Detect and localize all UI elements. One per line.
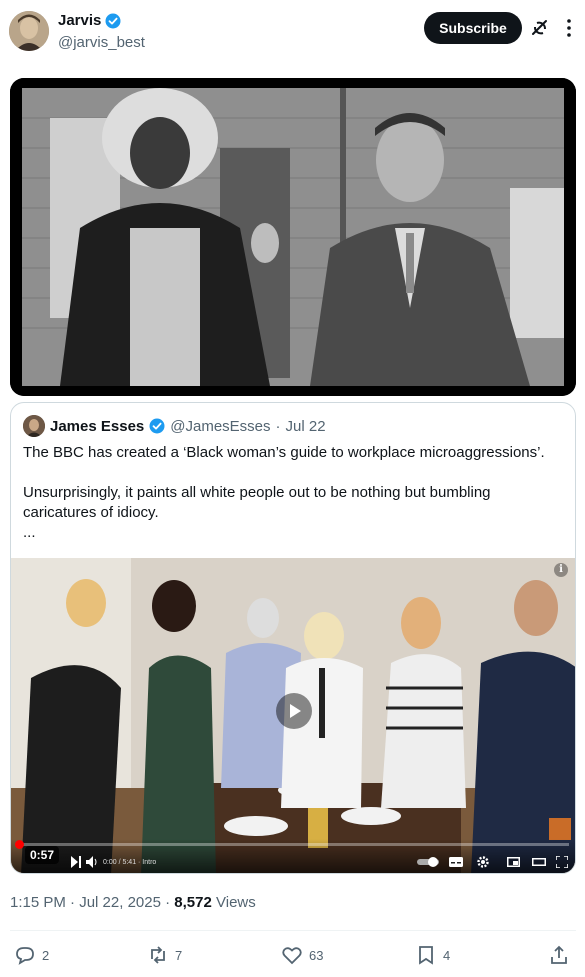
miniplayer-icon[interactable] [507, 856, 520, 868]
quoted-post[interactable]: James Esses @JamesEsses · Jul 22 The BBC… [10, 402, 576, 874]
repost-count: 7 [175, 947, 183, 963]
verified-badge-icon [149, 418, 165, 434]
next-icon[interactable] [71, 856, 81, 868]
quoted-post-date[interactable]: Jul 22 [286, 418, 326, 435]
player-time: 0:00 / 5:41 · Intro [103, 859, 157, 866]
subscribe-button[interactable]: Subscribe [424, 12, 522, 44]
autoplay-toggle-icon[interactable] [417, 856, 439, 868]
author-avatar[interactable] [9, 11, 49, 51]
meta-separator: · [165, 894, 171, 911]
quoted-paragraph: ... [23, 524, 36, 541]
post-date[interactable]: Jul 22, 2025 [79, 894, 161, 911]
quoted-paragraph [23, 463, 563, 483]
quoted-paragraph: Unsurprisingly, it paints all white peop… [23, 484, 491, 521]
author-handle[interactable]: @jarvis_best [58, 34, 145, 51]
quoted-author-name[interactable]: James Esses [50, 418, 144, 435]
embedded-video[interactable]: i 0:57 0:00 / 5:41 · Intro [11, 558, 575, 873]
author-name-row: Jarvis [58, 12, 121, 29]
channel-logo-icon [549, 818, 571, 840]
bookmark-icon [419, 946, 433, 965]
author-display-name[interactable]: Jarvis [58, 12, 101, 29]
grok-icon[interactable] [529, 17, 551, 39]
quoted-author-avatar[interactable] [23, 415, 45, 437]
verified-badge-icon [105, 13, 121, 29]
captions-icon[interactable] [449, 856, 463, 868]
video-progress-handle[interactable] [15, 840, 24, 849]
video-progress-bar[interactable] [17, 843, 569, 846]
date-separator: · [275, 417, 281, 435]
play-icon[interactable] [276, 693, 312, 729]
settings-icon[interactable] [477, 856, 489, 868]
views-count: 8,572 [174, 894, 212, 911]
theater-mode-icon[interactable] [532, 856, 546, 868]
reply-icon [16, 947, 34, 965]
fullscreen-icon[interactable] [556, 856, 568, 868]
post-header: Jarvis @jarvis_best Subscribe [0, 0, 585, 70]
volume-icon[interactable] [86, 856, 98, 868]
action-bar: 2 7 63 4 [0, 940, 585, 972]
heart-icon [282, 947, 302, 965]
like-button[interactable]: 63 [281, 944, 323, 966]
repost-icon [151, 946, 165, 964]
reply-button[interactable]: 2 [14, 944, 49, 966]
quoted-post-text: The BBC has created a ‘Black woman’s gui… [23, 443, 563, 543]
quoted-post-header: James Esses @JamesEsses · Jul 22 [23, 415, 326, 437]
like-count: 63 [309, 947, 324, 963]
bookmark-count: 4 [443, 947, 451, 963]
meta-separator: · [70, 894, 76, 911]
quoted-paragraph: The BBC has created a ‘Black woman’s gui… [23, 444, 545, 461]
repost-button[interactable]: 7 [147, 944, 182, 966]
share-icon [551, 945, 567, 964]
share-button[interactable] [548, 944, 570, 966]
views-label: Views [216, 894, 256, 911]
post-meta: 1:15 PM · Jul 22, 2025 · 8,572 Views [10, 894, 256, 911]
more-icon[interactable] [558, 17, 580, 39]
info-icon[interactable]: i [554, 563, 568, 577]
bookmark-button[interactable]: 4 [415, 944, 450, 966]
post-image[interactable] [10, 78, 576, 396]
divider [10, 930, 576, 931]
quoted-author-handle[interactable]: @JamesEsses [170, 418, 270, 435]
video-timestamp: 0:57 [25, 846, 60, 864]
reply-count: 2 [42, 947, 50, 963]
post-time[interactable]: 1:15 PM [10, 894, 66, 911]
